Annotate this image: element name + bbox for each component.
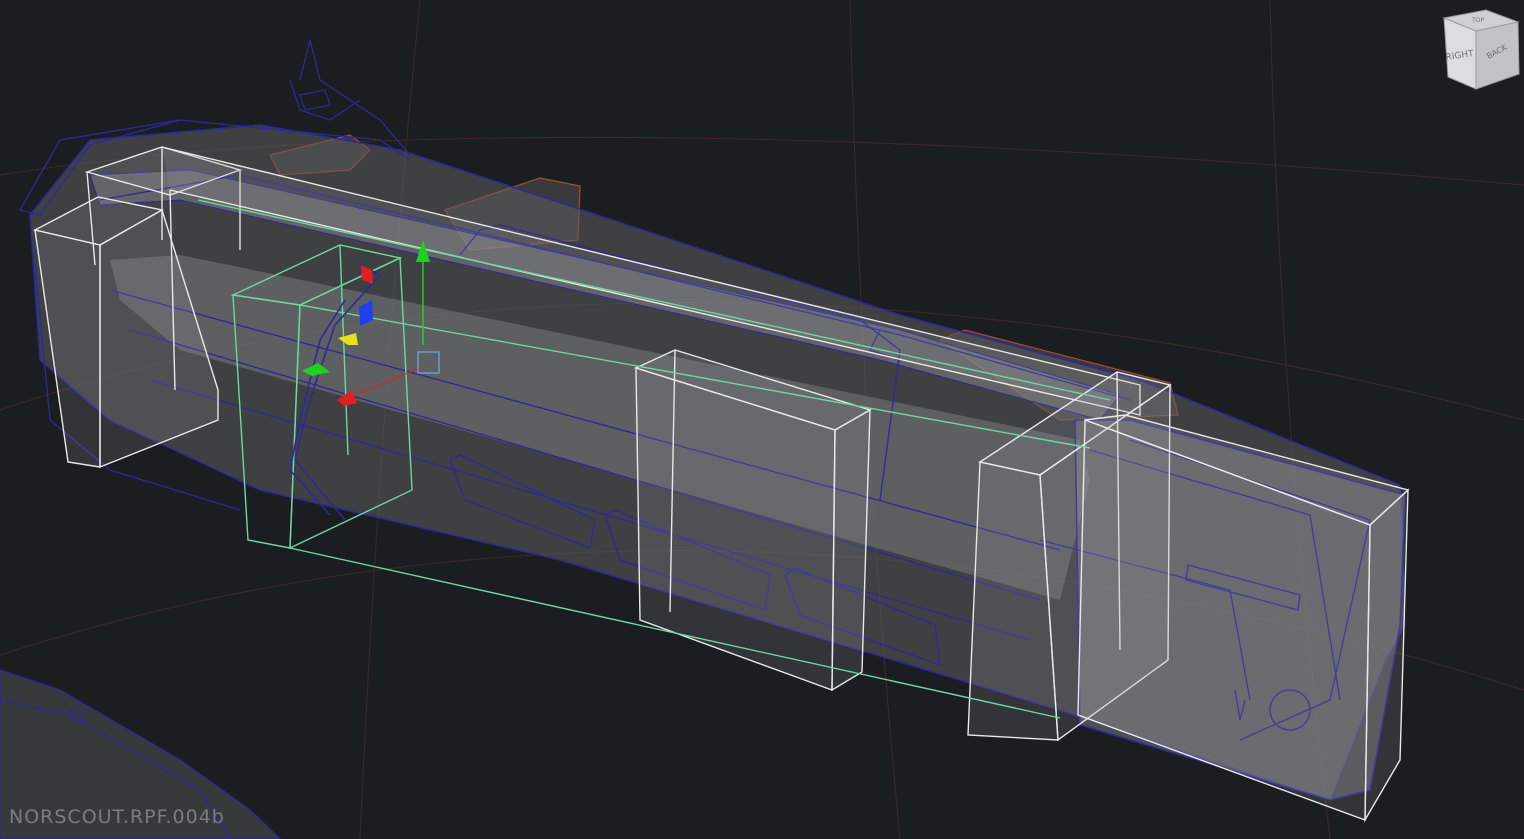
selected-object-name: NORSCOUT.RPF.004b: [9, 806, 225, 828]
3d-viewport[interactable]: TOP RIGHT BACK NORSCOUT.RPF.004b: [0, 0, 1524, 839]
view-cube[interactable]: TOP RIGHT BACK: [1440, 6, 1522, 90]
scene-canvas[interactable]: [0, 0, 1524, 839]
view-cube-top-label: TOP: [1471, 17, 1484, 24]
